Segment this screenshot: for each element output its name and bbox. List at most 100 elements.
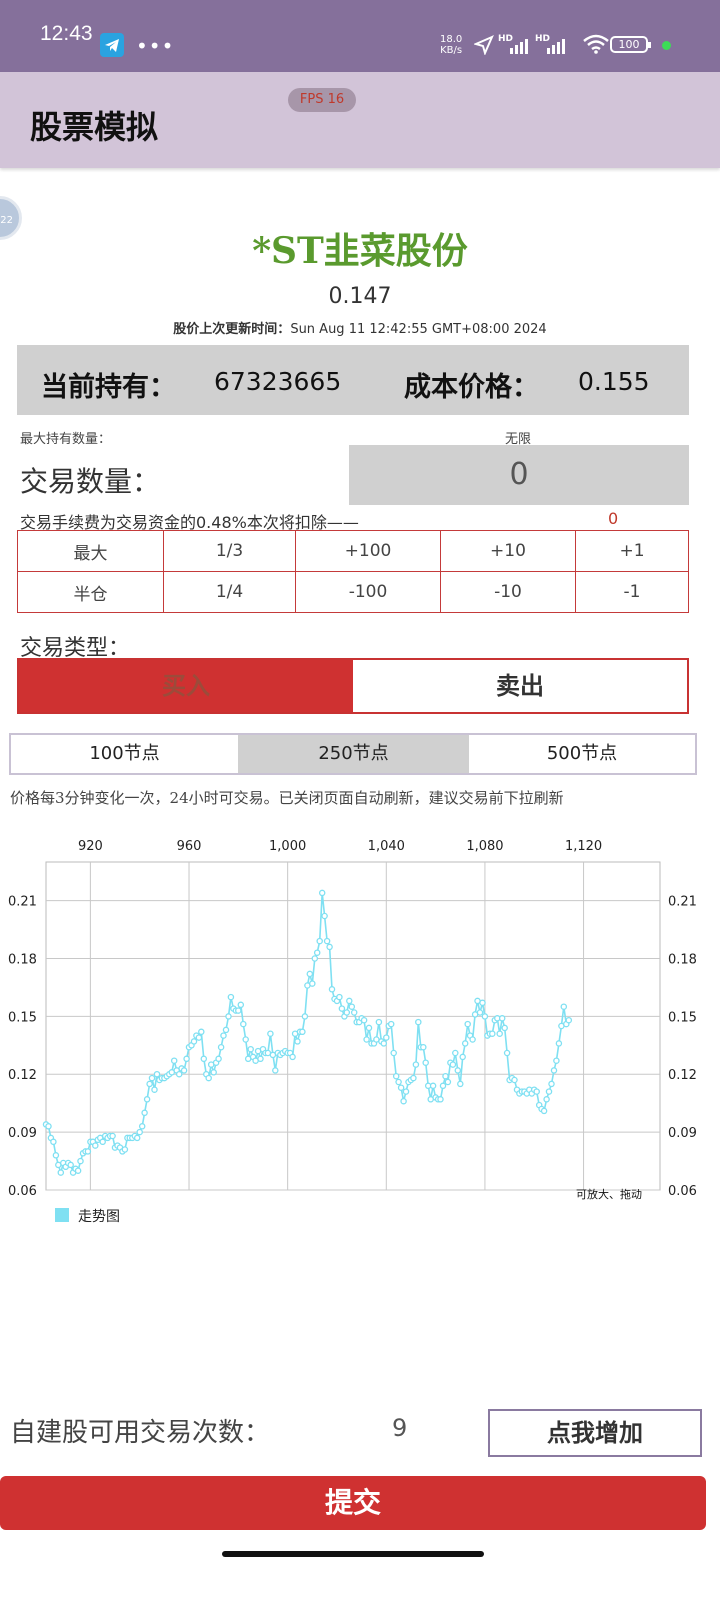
price-point xyxy=(180,1067,188,1074)
quantity-input[interactable]: 0 xyxy=(349,445,689,505)
price-point xyxy=(503,1049,511,1057)
price-point xyxy=(560,1003,568,1010)
price-point xyxy=(133,1134,141,1142)
price-point xyxy=(57,1169,65,1176)
x-tick-label: 1,040 xyxy=(368,839,405,854)
trade-type-toggle: 买入 卖出 xyxy=(17,658,689,714)
location-arrow-icon xyxy=(473,35,494,60)
price-point xyxy=(498,1015,506,1022)
price-point xyxy=(294,1038,301,1045)
refresh-note: 价格每3分钟变化一次，24小时可交易。已关闭页面自动刷新，建议交易前下拉刷新 xyxy=(10,789,564,807)
price-point xyxy=(461,1040,469,1047)
holding-panel: 当前持有： 67323665 成本价格： 0.155 xyxy=(17,345,689,415)
price-point xyxy=(74,1167,82,1174)
price-point xyxy=(402,1088,410,1095)
battery-icon: 100 xyxy=(610,36,648,53)
qty-one-third-button[interactable]: 1/3 xyxy=(163,530,296,572)
home-indicator[interactable] xyxy=(222,1551,484,1557)
price-point xyxy=(190,1038,198,1045)
qty-one-quarter-button[interactable]: 1/4 xyxy=(163,571,296,613)
x-tick-label: 960 xyxy=(177,839,202,854)
price-point xyxy=(420,1043,427,1051)
price-point xyxy=(400,1097,407,1105)
price-point xyxy=(444,1078,452,1086)
sell-tab[interactable]: 卖出 xyxy=(353,660,687,712)
price-point xyxy=(459,1053,466,1061)
network-speed: 18.0 KB/s xyxy=(440,34,462,56)
price-point xyxy=(550,1067,558,1074)
price-point xyxy=(489,1030,496,1037)
price-point xyxy=(183,1055,190,1063)
fee-value: 0 xyxy=(608,509,619,528)
price-point xyxy=(222,1026,230,1034)
price-point xyxy=(415,1018,422,1026)
y-tick-label-right: 0.12 xyxy=(668,1068,697,1083)
buy-tab[interactable]: 买入 xyxy=(19,660,353,712)
page-title: 股票模拟 xyxy=(30,108,159,146)
qty-half-button[interactable]: 半仓 xyxy=(17,571,164,613)
y-tick-label-left: 0.21 xyxy=(8,895,37,910)
price-point xyxy=(225,1013,232,1020)
tab-250-nodes[interactable]: 250节点 xyxy=(238,735,469,773)
price-point xyxy=(198,1028,205,1036)
price-point xyxy=(109,1132,116,1140)
qty-minus-10-button[interactable]: -10 xyxy=(440,571,576,613)
price-point xyxy=(365,1024,373,1032)
price-point xyxy=(141,1109,148,1117)
price-point xyxy=(449,1061,457,1068)
qty-plus-10-button[interactable]: +10 xyxy=(440,530,576,572)
price-point xyxy=(383,1034,390,1041)
tab-500-nodes[interactable]: 500节点 xyxy=(469,735,695,773)
tab-100-nodes[interactable]: 100节点 xyxy=(11,735,238,773)
price-point xyxy=(479,999,486,1007)
battery-tip xyxy=(648,42,651,48)
legend-label: 走势图 xyxy=(78,1209,120,1225)
price-point xyxy=(267,1030,274,1037)
price-point xyxy=(195,1034,203,1041)
price-point xyxy=(360,1016,368,1024)
price-point xyxy=(220,1032,227,1039)
price-point xyxy=(380,1040,388,1047)
price-trend-chart[interactable]: 920 960 1,000 1,040 1,080 1,120 0.21 0.21 0.18 0.… xyxy=(0,830,720,1210)
y-tick-label-left: 0.18 xyxy=(8,952,37,967)
price-point xyxy=(237,1001,245,1009)
add-trade-count-button[interactable]: 点我增加 xyxy=(488,1409,702,1457)
price-point xyxy=(545,1088,553,1095)
price-point xyxy=(439,1082,447,1090)
price-point xyxy=(301,1013,309,1020)
self-trade-count-label: 自建股可用交易次数： xyxy=(10,1418,271,1448)
x-tick-label: 920 xyxy=(78,839,103,854)
qty-plus-1-button[interactable]: +1 xyxy=(575,530,689,572)
price-point xyxy=(412,1061,420,1068)
price-point xyxy=(311,955,319,962)
legend-swatch xyxy=(55,1208,69,1222)
qty-max-button[interactable]: 最大 xyxy=(17,530,164,572)
x-tick-label: 1,120 xyxy=(565,839,602,854)
price-point xyxy=(84,1148,92,1155)
signal-1: HD xyxy=(498,34,528,54)
price-point xyxy=(501,1024,508,1032)
cost-price-value: 0.155 xyxy=(578,367,650,396)
qty-plus-100-button[interactable]: +100 xyxy=(295,530,441,572)
qty-minus-1-button[interactable]: -1 xyxy=(575,571,689,613)
price-point xyxy=(390,1049,397,1057)
price-point xyxy=(429,1082,437,1090)
submit-button[interactable]: 提交 xyxy=(0,1476,706,1530)
holding-value: 67323665 xyxy=(214,367,342,396)
price-point xyxy=(205,1074,212,1082)
price-point xyxy=(170,1057,178,1064)
network-speed-unit: KB/s xyxy=(440,45,463,56)
quantity-label: 交易数量： xyxy=(20,465,161,498)
price-point xyxy=(146,1080,153,1088)
quantity-shortcut-grid: 最大 1/3 +100 +10 +1 半仓 1/4 -100 -10 -1 xyxy=(17,530,689,613)
y-tick-label-right: 0.15 xyxy=(668,1010,697,1025)
price-point xyxy=(175,1070,183,1078)
price-point xyxy=(99,1138,106,1146)
price-point xyxy=(395,1078,402,1086)
price-point xyxy=(316,937,323,945)
price-point xyxy=(454,1067,462,1074)
y-tick-label-left: 0.12 xyxy=(8,1068,37,1083)
price-point xyxy=(336,993,343,1001)
qty-minus-100-button[interactable]: -100 xyxy=(295,571,441,613)
price-point xyxy=(92,1142,99,1149)
